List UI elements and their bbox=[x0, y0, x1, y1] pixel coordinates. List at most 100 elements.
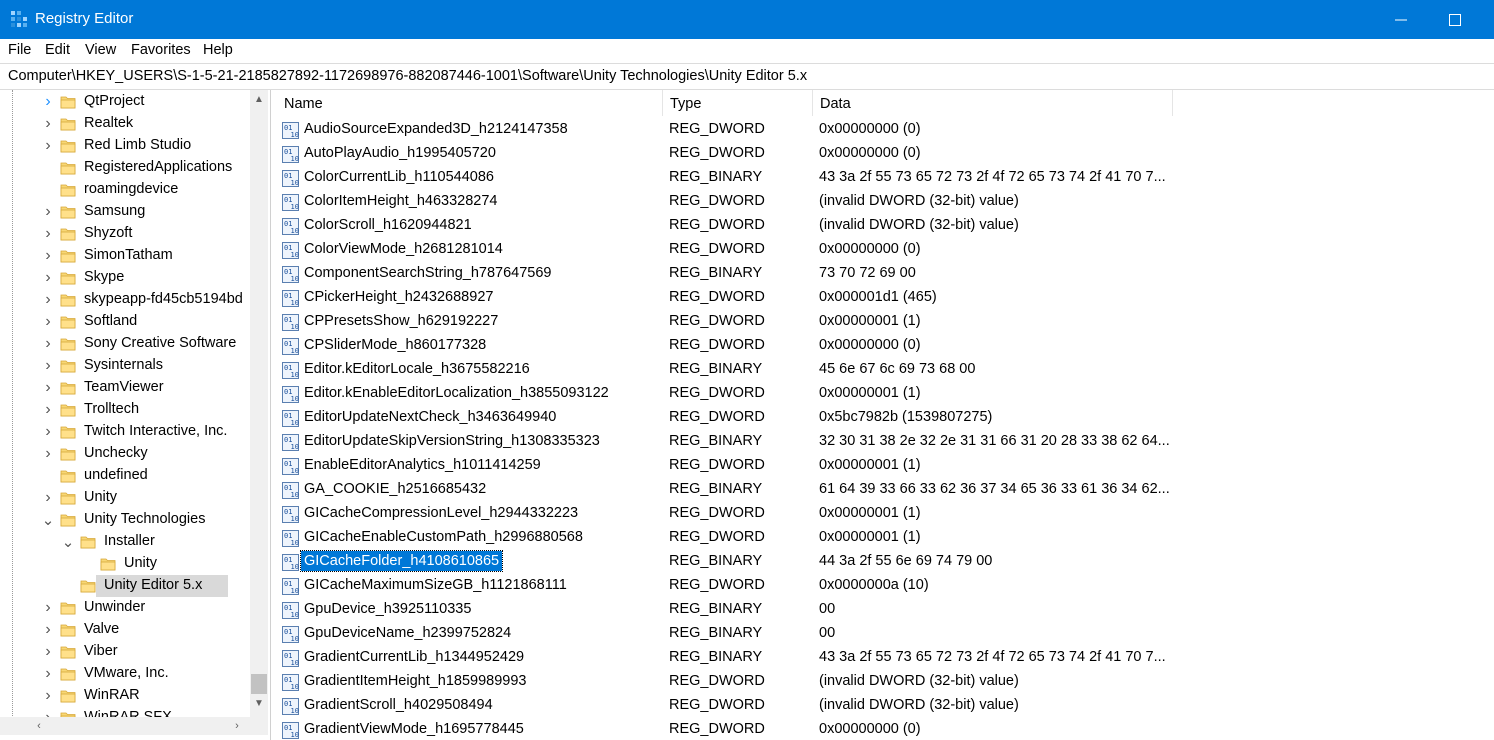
chevron-right-icon[interactable]: › bbox=[40, 423, 56, 440]
tree-item[interactable]: › Red Limb Studio bbox=[0, 135, 250, 157]
column-separator[interactable] bbox=[1172, 90, 1173, 116]
tree-item[interactable]: undefined bbox=[0, 465, 250, 487]
value-name[interactable]: CPickerHeight_h2432688927 bbox=[304, 289, 493, 305]
value-row[interactable]: 01 10 EnableEditorAnalytics_h1011414259 REG… bbox=[276, 454, 1494, 478]
column-header-type[interactable]: Type bbox=[662, 90, 812, 116]
value-row[interactable]: 01 10 ColorViewMode_h2681281014 REG_DWORD 0x… bbox=[276, 238, 1494, 262]
column-header-name[interactable]: Name bbox=[276, 90, 662, 116]
value-row[interactable]: 01 10 CPickerHeight_h2432688927 REG_DWORD 0x… bbox=[276, 286, 1494, 310]
tree-item[interactable]: Unity bbox=[0, 553, 250, 575]
value-row[interactable]: 01 10 GICacheCompressionLevel_h2944332223 R… bbox=[276, 502, 1494, 526]
chevron-right-icon[interactable]: › bbox=[40, 687, 56, 704]
menu-favorites[interactable]: Favorites bbox=[131, 42, 191, 58]
value-name[interactable]: GradientCurrentLib_h1344952429 bbox=[304, 649, 524, 665]
value-row[interactable]: 01 10 GradientViewMode_h1695778445 REG_DWOR… bbox=[276, 718, 1494, 740]
value-row[interactable]: 01 10 CPPresetsShow_h629192227 REG_DWORD 0x0… bbox=[276, 310, 1494, 334]
chevron-right-icon[interactable]: › bbox=[40, 445, 56, 462]
value-name[interactable]: GpuDevice_h3925110335 bbox=[304, 601, 471, 617]
chevron-right-icon[interactable]: › bbox=[40, 335, 56, 352]
value-name[interactable]: GradientItemHeight_h1859989993 bbox=[304, 673, 527, 689]
value-name[interactable]: GradientViewMode_h1695778445 bbox=[304, 721, 524, 737]
tree-item[interactable]: › Samsung bbox=[0, 201, 250, 223]
chevron-right-icon[interactable]: › bbox=[40, 203, 56, 220]
tree-item[interactable]: › Valve bbox=[0, 619, 250, 641]
value-name[interactable]: GICacheCompressionLevel_h2944332223 bbox=[304, 505, 578, 521]
tree-item[interactable]: › QtProject bbox=[0, 91, 250, 113]
chevron-down-icon[interactable]: ⌄ bbox=[40, 512, 56, 529]
chevron-right-icon[interactable]: › bbox=[40, 599, 56, 616]
chevron-right-icon[interactable]: › bbox=[40, 93, 56, 110]
chevron-down-icon[interactable]: ⌄ bbox=[60, 534, 76, 551]
tree-item[interactable]: ⌄ Unity Technologies bbox=[0, 509, 250, 531]
tree-item[interactable]: › Twitch Interactive, Inc. bbox=[0, 421, 250, 443]
value-row[interactable]: 01 10 ColorScroll_h1620944821 REG_DWORD (inv… bbox=[276, 214, 1494, 238]
menu-edit[interactable]: Edit bbox=[45, 42, 70, 58]
value-name[interactable]: CPPresetsShow_h629192227 bbox=[304, 313, 498, 329]
value-row[interactable]: 01 10 GpuDeviceName_h2399752824 REG_BINARY 0… bbox=[276, 622, 1494, 646]
key-tree[interactable]: › QtProject › Realtek › Red Limb Studio Regist… bbox=[0, 90, 271, 740]
value-name[interactable]: Editor.kEditorLocale_h3675582216 bbox=[304, 361, 530, 377]
tree-item[interactable]: › Unchecky bbox=[0, 443, 250, 465]
value-name[interactable]: GpuDeviceName_h2399752824 bbox=[304, 625, 511, 641]
tree-vertical-scrollbar[interactable]: ▲ ▼ bbox=[250, 90, 268, 720]
tree-item[interactable]: › TeamViewer bbox=[0, 377, 250, 399]
value-name[interactable]: ColorScroll_h1620944821 bbox=[304, 217, 472, 233]
value-row[interactable]: 01 10 AudioSourceExpanded3D_h2124147358 REG… bbox=[276, 118, 1494, 142]
tree-item[interactable]: › skypeapp-fd45cb5194bd bbox=[0, 289, 250, 311]
value-row[interactable]: 01 10 GradientScroll_h4029508494 REG_DWORD (… bbox=[276, 694, 1494, 718]
menu-help[interactable]: Help bbox=[203, 42, 233, 58]
value-name[interactable]: CPSliderMode_h860177328 bbox=[304, 337, 486, 353]
value-row[interactable]: 01 10 ColorItemHeight_h463328274 REG_DWORD (… bbox=[276, 190, 1494, 214]
tree-item[interactable]: › Sysinternals bbox=[0, 355, 250, 377]
tree-item[interactable]: › Shyzoft bbox=[0, 223, 250, 245]
chevron-right-icon[interactable]: › bbox=[40, 269, 56, 286]
value-name[interactable]: GA_COOKIE_h2516685432 bbox=[304, 481, 486, 497]
scroll-up-icon[interactable]: ▲ bbox=[250, 90, 268, 108]
chevron-right-icon[interactable]: › bbox=[40, 291, 56, 308]
chevron-right-icon[interactable]: › bbox=[40, 621, 56, 638]
tree-item[interactable]: › SimonTatham bbox=[0, 245, 250, 267]
chevron-right-icon[interactable]: › bbox=[40, 643, 56, 660]
maximize-button[interactable] bbox=[1432, 0, 1478, 39]
tree-item[interactable]: ⌄ Installer bbox=[0, 531, 250, 553]
scroll-right-icon[interactable]: › bbox=[228, 717, 246, 735]
chevron-right-icon[interactable]: › bbox=[40, 401, 56, 418]
tree-item[interactable]: › Viber bbox=[0, 641, 250, 663]
value-row[interactable]: 01 10 GICacheMaximumSizeGB_h1121868111 REG_… bbox=[276, 574, 1494, 598]
value-name[interactable]: GICacheEnableCustomPath_h2996880568 bbox=[304, 529, 583, 545]
value-name[interactable]: AudioSourceExpanded3D_h2124147358 bbox=[304, 121, 568, 137]
values-list[interactable]: Name Type Data 01 10 AudioSourceExpanded3D… bbox=[276, 90, 1494, 740]
value-name[interactable]: GICacheMaximumSizeGB_h1121868111 bbox=[304, 577, 567, 593]
scroll-down-icon[interactable]: ▼ bbox=[250, 694, 268, 712]
address-path[interactable]: Computer\HKEY_USERS\S-1-5-21-2185827892-… bbox=[8, 68, 807, 84]
tree-item[interactable]: › Trolltech bbox=[0, 399, 250, 421]
tree-item[interactable]: › Unwinder bbox=[0, 597, 250, 619]
value-row[interactable]: 01 10 CPSliderMode_h860177328 REG_DWORD 0x00… bbox=[276, 334, 1494, 358]
tree-item[interactable]: › Softland bbox=[0, 311, 250, 333]
value-name[interactable]: ColorViewMode_h2681281014 bbox=[304, 241, 503, 257]
scroll-left-icon[interactable]: ‹ bbox=[30, 717, 48, 735]
value-name[interactable]: ComponentSearchString_h787647569 bbox=[304, 265, 552, 281]
value-name[interactable]: Editor.kEnableEditorLocalization_h385509… bbox=[304, 385, 609, 401]
value-name[interactable]: AutoPlayAudio_h1995405720 bbox=[304, 145, 496, 161]
value-name[interactable]: ColorItemHeight_h463328274 bbox=[304, 193, 497, 209]
chevron-right-icon[interactable]: › bbox=[40, 665, 56, 682]
value-row[interactable]: 01 10 GICacheFolder_h4108610865 REG_BINARY 4… bbox=[276, 550, 1494, 574]
value-name[interactable]: EditorUpdateSkipVersionString_h130833532… bbox=[304, 433, 600, 449]
chevron-right-icon[interactable]: › bbox=[40, 137, 56, 154]
value-name[interactable]: ColorCurrentLib_h110544086 bbox=[304, 169, 494, 185]
value-row[interactable]: 01 10 Editor.kEnableEditorLocalization_h38… bbox=[276, 382, 1494, 406]
value-row[interactable]: 01 10 AutoPlayAudio_h1995405720 REG_DWORD 0x… bbox=[276, 142, 1494, 166]
chevron-right-icon[interactable]: › bbox=[40, 379, 56, 396]
value-row[interactable]: 01 10 GradientItemHeight_h1859989993 REG_DW… bbox=[276, 670, 1494, 694]
tree-item[interactable]: roamingdevice bbox=[0, 179, 250, 201]
value-name[interactable]: EditorUpdateNextCheck_h3463649940 bbox=[304, 409, 556, 425]
chevron-right-icon[interactable]: › bbox=[40, 115, 56, 132]
value-row[interactable]: 01 10 Editor.kEditorLocale_h3675582216 REG_… bbox=[276, 358, 1494, 382]
value-row[interactable]: 01 10 GpuDevice_h3925110335 REG_BINARY 00 bbox=[276, 598, 1494, 622]
scroll-thumb[interactable] bbox=[251, 674, 267, 694]
tree-item[interactable]: › VMware, Inc. bbox=[0, 663, 250, 685]
value-name[interactable]: EnableEditorAnalytics_h1011414259 bbox=[304, 457, 541, 473]
tree-item[interactable]: Unity Editor 5.x bbox=[0, 575, 250, 597]
menu-file[interactable]: File bbox=[8, 42, 31, 58]
